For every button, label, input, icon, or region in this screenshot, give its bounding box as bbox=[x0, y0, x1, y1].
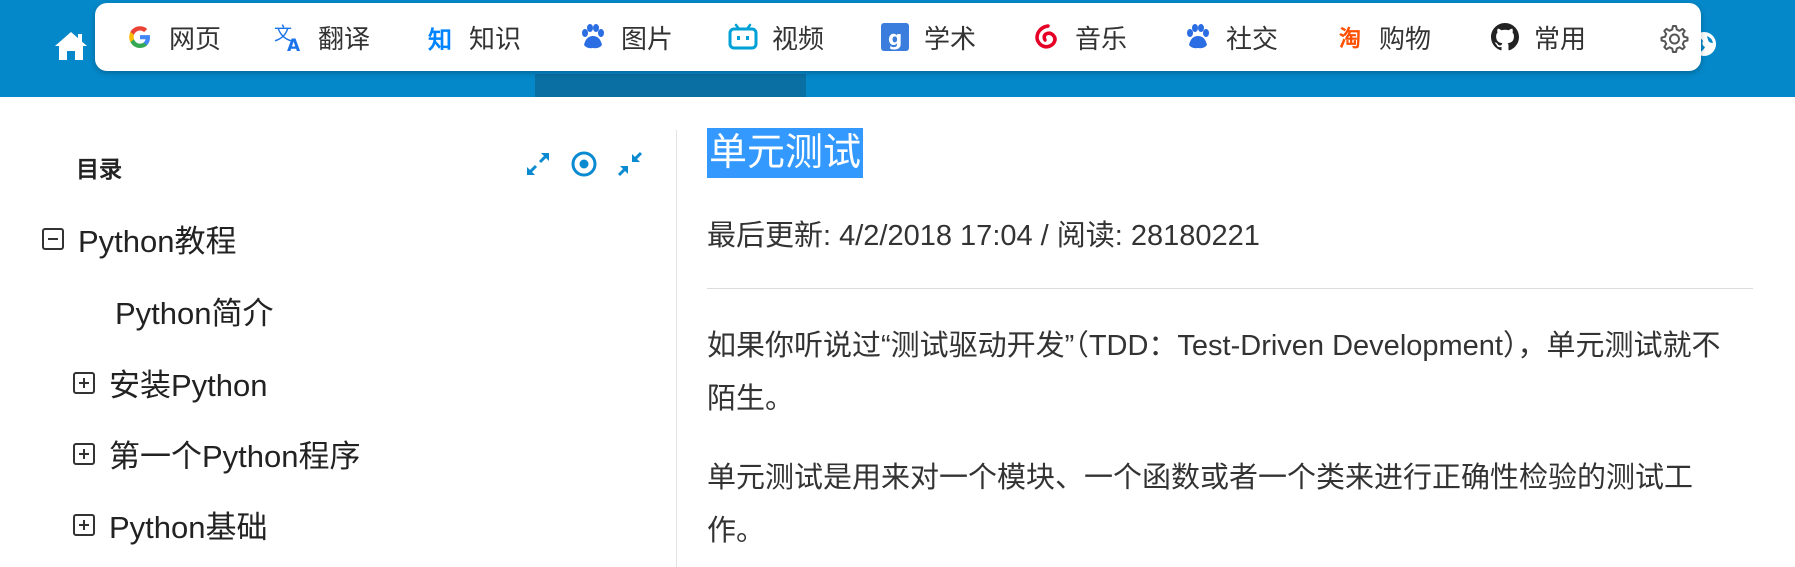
engine-images[interactable]: 图片 bbox=[577, 3, 673, 71]
engine-translate[interactable]: 文 A 翻译 bbox=[274, 3, 370, 71]
settings-button[interactable] bbox=[1657, 22, 1689, 54]
expand-icon bbox=[526, 152, 550, 176]
locate-icon bbox=[571, 151, 597, 177]
engine-label: 网页 bbox=[169, 23, 222, 54]
toc-item-label: 安装Python bbox=[109, 368, 268, 403]
article-meta: 最后更新: 4/2/2018 17:04 / 阅读: 28180221 bbox=[707, 220, 1260, 252]
toc-item-python-tutorial[interactable]: Python教程 bbox=[42, 216, 237, 261]
engine-label: 音乐 bbox=[1075, 23, 1128, 54]
engine-label: 社交 bbox=[1226, 23, 1279, 54]
collapse-toggle-icon[interactable] bbox=[42, 227, 64, 250]
scholar-icon: g bbox=[880, 22, 910, 52]
netease-icon bbox=[1031, 22, 1061, 52]
article-paragraph: 如果你听说过“测试驱动开发”（TDD：Test-Driven Developme… bbox=[707, 330, 1721, 415]
gear-icon bbox=[1660, 25, 1689, 53]
toc-item-label: Python简介 bbox=[115, 296, 274, 331]
expand-all-button[interactable] bbox=[522, 148, 554, 180]
zhihu-icon: 知 bbox=[428, 25, 452, 54]
expand-toggle-icon[interactable] bbox=[73, 371, 95, 394]
title-divider bbox=[707, 288, 1753, 289]
paw-icon bbox=[1182, 22, 1212, 52]
expand-toggle-icon[interactable] bbox=[73, 442, 95, 465]
paw-icon bbox=[577, 22, 607, 52]
engine-video[interactable]: 视频 bbox=[728, 3, 824, 71]
search-engine-bar: 网页 文 A 翻译 知 知识 图片 视频 g 学术 音乐 社交 淘 购物 常用 bbox=[95, 3, 1701, 71]
collapse-icon bbox=[617, 151, 643, 177]
expand-toggle-icon[interactable] bbox=[73, 513, 95, 536]
sidebar-divider bbox=[676, 130, 677, 567]
toc-item-install-python[interactable]: 安装Python bbox=[73, 360, 268, 405]
home-icon bbox=[55, 32, 87, 60]
toc-item-label: 第一个Python程序 bbox=[109, 439, 361, 474]
toc-title: 目录 bbox=[76, 156, 122, 182]
article-title: 单元测试 bbox=[707, 128, 864, 178]
engine-music[interactable]: 音乐 bbox=[1031, 3, 1127, 71]
engine-common[interactable]: 常用 bbox=[1490, 3, 1586, 71]
toc-item-python-basics[interactable]: Python基础 bbox=[73, 502, 268, 547]
translate-icon: 文 A bbox=[274, 22, 304, 52]
github-icon bbox=[1490, 22, 1520, 52]
engine-label: 学术 bbox=[924, 23, 977, 54]
engine-label: 图片 bbox=[621, 23, 674, 54]
engine-web[interactable]: 网页 bbox=[125, 3, 221, 71]
svg-text:g: g bbox=[888, 26, 902, 50]
engine-label: 常用 bbox=[1534, 23, 1587, 54]
locate-current-button[interactable] bbox=[568, 148, 600, 180]
engine-label: 知识 bbox=[469, 23, 522, 54]
toc-item-label: Python教程 bbox=[78, 224, 237, 259]
toc-tools bbox=[522, 148, 646, 180]
bilibili-icon bbox=[728, 22, 758, 52]
engine-shopping[interactable]: 淘 购物 bbox=[1335, 3, 1431, 71]
toc-item-first-program[interactable]: 第一个Python程序 bbox=[73, 431, 361, 476]
article-paragraph: 单元测试是用来对一个模块、一个函数或者一个类来进行正确性检验的测试工作。 bbox=[707, 462, 1694, 547]
collapse-all-button[interactable] bbox=[614, 148, 646, 180]
engine-label: 视频 bbox=[772, 23, 825, 54]
google-icon bbox=[125, 22, 155, 52]
engine-label: 购物 bbox=[1379, 23, 1432, 54]
active-nav-indicator bbox=[535, 74, 806, 97]
toc-item-label: Python基础 bbox=[109, 510, 268, 545]
engine-social[interactable]: 社交 bbox=[1182, 3, 1278, 71]
toc-item-python-intro[interactable]: Python简介 bbox=[115, 288, 274, 333]
engine-academic[interactable]: g 学术 bbox=[880, 3, 976, 71]
svg-text:A: A bbox=[287, 36, 301, 52]
taobao-icon: 淘 bbox=[1338, 27, 1361, 52]
home-button[interactable] bbox=[50, 28, 92, 64]
engine-label: 翻译 bbox=[318, 23, 371, 54]
engine-knowledge[interactable]: 知 知识 bbox=[425, 3, 521, 71]
